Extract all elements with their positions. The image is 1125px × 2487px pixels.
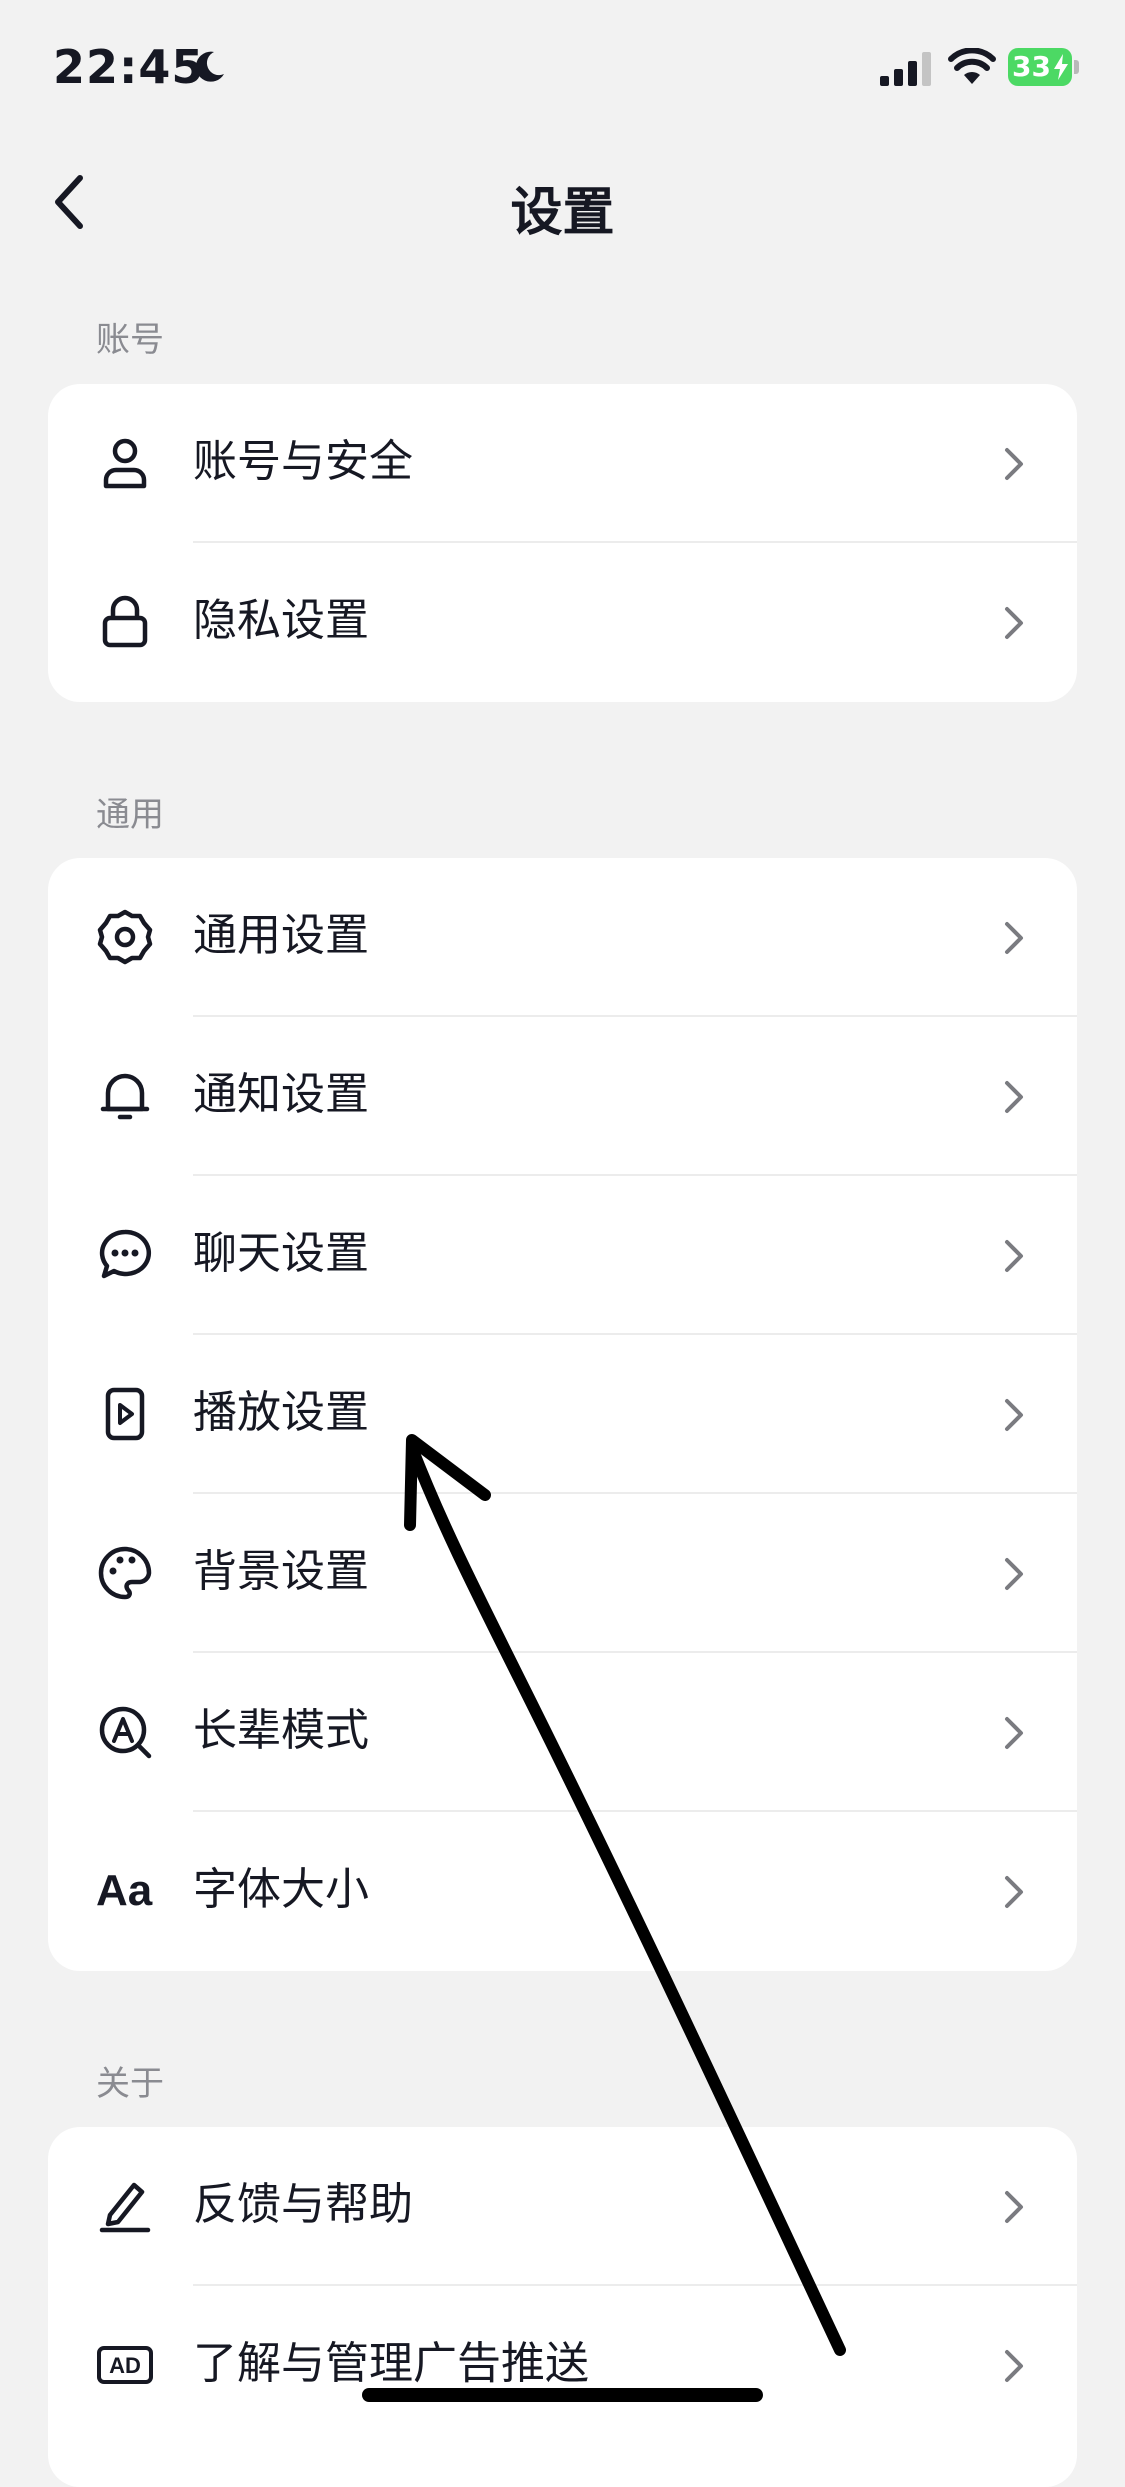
row-label: 通知设置 <box>193 1069 369 1120</box>
row-label: 字体大小 <box>193 1864 369 1915</box>
settings-row-general[interactable]: 通用设置 <box>48 858 1077 1017</box>
ad-icon: AD <box>96 2336 154 2394</box>
row-label: 反馈与帮助 <box>193 2179 413 2230</box>
row-label: 账号与安全 <box>193 436 413 487</box>
settings-row-account-security[interactable]: 账号与安全 <box>48 384 1077 543</box>
gear-icon <box>96 908 154 966</box>
settings-row-font-size[interactable]: Aa 字体大小 <box>48 1812 1077 1971</box>
chat-bubble-icon <box>96 1226 154 1284</box>
settings-row-chat[interactable]: 聊天设置 <box>48 1176 1077 1335</box>
page-title: 设置 <box>510 183 615 243</box>
charging-bolt-icon <box>1054 54 1068 80</box>
signal-icon <box>880 52 931 86</box>
chevron-right-icon <box>1005 448 1023 480</box>
card-account: 账号与安全 隐私设置 <box>48 384 1077 702</box>
row-label: 聊天设置 <box>193 1228 369 1279</box>
lock-icon <box>96 593 154 651</box>
section-header-account: 账号 <box>96 320 164 360</box>
chevron-right-icon <box>1005 1081 1023 1113</box>
row-label: 长辈模式 <box>193 1705 369 1756</box>
edit-icon <box>96 2177 154 2235</box>
settings-row-playback[interactable]: 播放设置 <box>48 1335 1077 1494</box>
battery-indicator: 33 <box>1008 48 1080 86</box>
chevron-right-icon <box>1005 1558 1023 1590</box>
section-header-general: 通用 <box>96 795 164 835</box>
settings-row-notifications[interactable]: 通知设置 <box>48 1017 1077 1176</box>
status-bar: 22:45 33 <box>0 0 1125 140</box>
chevron-right-icon <box>1005 1717 1023 1749</box>
row-label: 了解与管理广告推送 <box>193 2338 589 2389</box>
status-time: 22:45 <box>53 40 205 94</box>
chevron-right-icon <box>1005 922 1023 954</box>
section-header-about: 关于 <box>96 2064 164 2104</box>
chevron-right-icon <box>1005 1876 1023 1908</box>
wifi-icon <box>948 48 996 84</box>
settings-row-feedback[interactable]: 反馈与帮助 <box>48 2127 1077 2286</box>
nav-bar: 设置 <box>0 140 1125 260</box>
elder-mode-icon <box>96 1703 154 1761</box>
person-icon <box>96 434 154 492</box>
settings-row-elder-mode[interactable]: 长辈模式 <box>48 1653 1077 1812</box>
font-size-icon: Aa <box>96 1866 153 1915</box>
settings-row-background[interactable]: 背景设置 <box>48 1494 1077 1653</box>
settings-row-ad-management[interactable]: AD 了解与管理广告推送 <box>48 2286 1077 2445</box>
row-label: 背景设置 <box>193 1546 369 1597</box>
chevron-right-icon <box>1005 2191 1023 2223</box>
row-label: 隐私设置 <box>193 595 369 646</box>
chevron-right-icon <box>1005 1240 1023 1272</box>
play-icon <box>96 1385 154 1443</box>
svg-text:AD: AD <box>109 2353 141 2378</box>
palette-icon <box>96 1544 154 1602</box>
bell-icon <box>96 1067 154 1125</box>
home-indicator[interactable] <box>362 2388 763 2402</box>
chevron-right-icon <box>1005 1399 1023 1431</box>
card-about: 反馈与帮助 AD 了解与管理广告推送 <box>48 2127 1077 2487</box>
row-label: 播放设置 <box>193 1387 369 1438</box>
card-general: 通用设置 通知设置 聊天设置 播放设置 背景设置 长辈模式 Aa 字体大小 <box>48 858 1077 1971</box>
settings-row-privacy[interactable]: 隐私设置 <box>48 543 1077 702</box>
chevron-right-icon <box>1005 607 1023 639</box>
row-label: 通用设置 <box>193 910 369 961</box>
chevron-right-icon <box>1005 2350 1023 2382</box>
moon-icon <box>195 51 224 82</box>
